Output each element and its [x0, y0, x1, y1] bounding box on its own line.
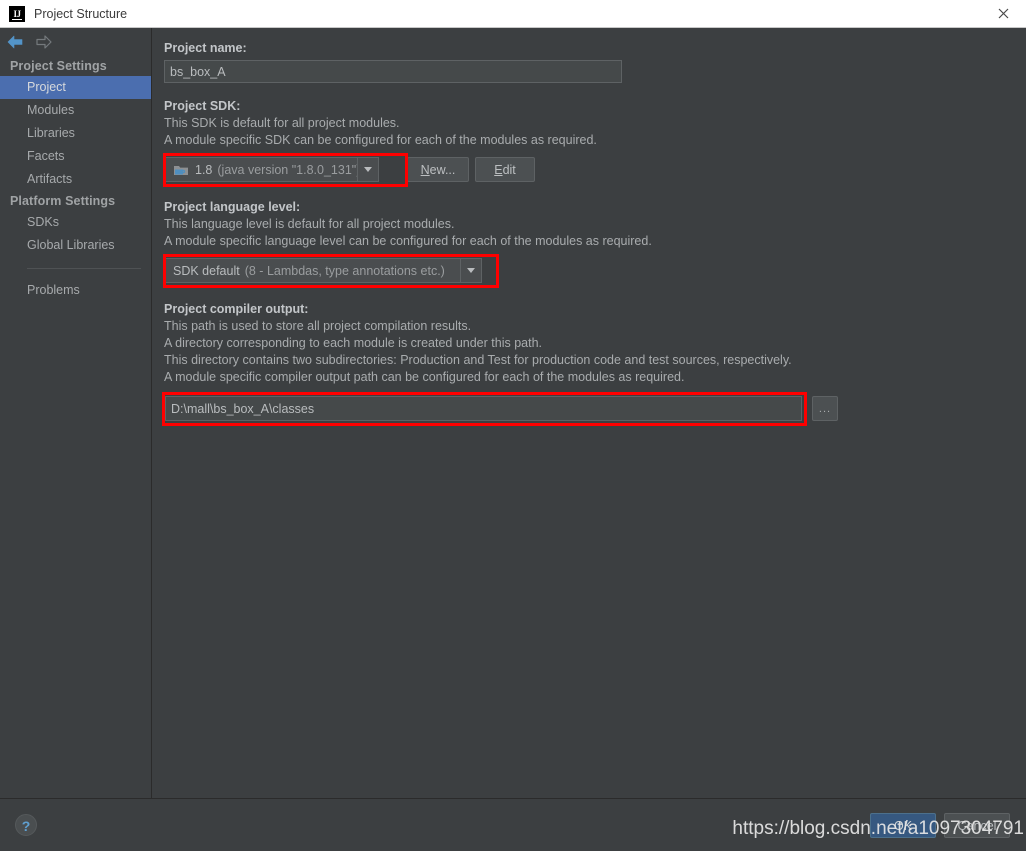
compiler-output-desc-line-3: This directory contains two subdirectori… — [164, 353, 792, 367]
sidebar-item-facets[interactable]: Facets — [0, 145, 151, 168]
language-level-name: SDK default — [173, 263, 240, 278]
sidebar-item-label: Project — [27, 80, 66, 94]
sidebar-item-project[interactable]: Project — [0, 76, 151, 99]
cancel-button[interactable]: Cancel — [944, 813, 1010, 838]
arrow-left-icon[interactable] — [7, 35, 24, 49]
ok-button[interactable]: OK — [870, 813, 936, 838]
language-level-detail: (8 - Lambdas, type annotations etc.) — [244, 263, 445, 278]
sidebar-item-label: SDKs — [27, 215, 59, 229]
close-icon — [998, 8, 1008, 19]
sidebar-item-label: Problems — [27, 283, 80, 297]
sidebar-item-label: Facets — [27, 149, 65, 163]
sidebar-divider — [27, 268, 141, 269]
sidebar-item-sdks[interactable]: SDKs — [0, 211, 151, 234]
language-level-label: Project language level: — [164, 200, 301, 214]
compiler-output-desc-line-2: A directory corresponding to each module… — [164, 336, 542, 350]
dialog-footer: ? OK Cancel — [0, 798, 1026, 851]
edit-sdk-button[interactable]: Edit — [475, 157, 535, 182]
project-sdk-desc-line-2: A module specific SDK can be configured … — [164, 133, 597, 147]
chevron-down-icon[interactable] — [460, 259, 481, 282]
intellij-logo-icon: IJ — [9, 5, 25, 22]
compiler-output-label: Project compiler output: — [164, 302, 309, 316]
project-sdk-label: Project SDK: — [164, 99, 241, 113]
project-sdk-name: 1.8 — [195, 162, 213, 177]
sidebar-item-label: Modules — [27, 103, 75, 117]
sidebar-group-project-settings: Project Settings Project Modules Librari… — [0, 56, 151, 191]
navigation-arrows — [0, 28, 151, 56]
sidebar-item-label: Global Libraries — [27, 238, 115, 252]
project-sdk-detail: (java version "1.8.0_131") — [217, 162, 357, 177]
new-sdk-mnemonic: N — [420, 162, 430, 177]
chevron-down-icon[interactable] — [357, 158, 378, 181]
sidebar-item-problems[interactable]: Problems — [0, 279, 151, 302]
sidebar-item-label: Artifacts — [27, 172, 73, 186]
new-sdk-label-rest: ew... — [429, 162, 456, 177]
project-structure-dialog: IJ Project Structure Project Settings Pr… — [0, 0, 1026, 851]
help-question-icon[interactable]: ? — [15, 814, 37, 836]
project-settings-panel: Project name: Project SDK: This SDK is d… — [153, 28, 1026, 798]
language-level-desc-line-1: This language level is default for all p… — [164, 217, 455, 231]
sidebar-item-artifacts[interactable]: Artifacts — [0, 168, 151, 191]
language-level-desc-line-2: A module specific language level can be … — [164, 234, 652, 248]
java-sdk-folder-icon — [173, 162, 189, 178]
arrow-right-icon[interactable] — [35, 35, 52, 49]
edit-sdk-label-rest: dit — [502, 162, 516, 177]
language-level-combo[interactable]: SDK default (8 - Lambdas, type annotatio… — [164, 258, 482, 283]
project-name-label: Project name: — [164, 41, 247, 55]
sidebar-group-label: Platform Settings — [10, 194, 116, 208]
sidebar-group-label: Project Settings — [10, 59, 107, 73]
title-bar: IJ Project Structure — [0, 0, 1026, 28]
sidebar-item-label: Libraries — [27, 126, 75, 140]
edit-sdk-mnemonic: E — [494, 162, 503, 177]
project-sdk-combo[interactable]: 1.8 (java version "1.8.0_131") — [164, 157, 379, 182]
footer-button-group: OK Cancel — [870, 813, 1010, 838]
compiler-output-desc-line-4: A module specific compiler output path c… — [164, 370, 685, 384]
compiler-output-input[interactable] — [165, 396, 802, 421]
project-name-input[interactable] — [164, 60, 622, 83]
compiler-output-browse-button[interactable]: ... — [812, 396, 838, 421]
sidebar-item-libraries[interactable]: Libraries — [0, 122, 151, 145]
compiler-output-desc-line-1: This path is used to store all project c… — [164, 319, 472, 333]
window-title: Project Structure — [34, 6, 128, 21]
sidebar-group-platform-settings: Platform Settings SDKs Global Libraries — [0, 191, 151, 257]
close-button[interactable] — [980, 0, 1026, 27]
new-sdk-button[interactable]: New... — [407, 157, 469, 182]
sidebar-item-global-libraries[interactable]: Global Libraries — [0, 234, 151, 257]
sidebar-item-modules[interactable]: Modules — [0, 99, 151, 122]
project-sdk-desc-line-1: This SDK is default for all project modu… — [164, 116, 400, 130]
settings-sidebar: Project Settings Project Modules Librari… — [0, 28, 152, 798]
